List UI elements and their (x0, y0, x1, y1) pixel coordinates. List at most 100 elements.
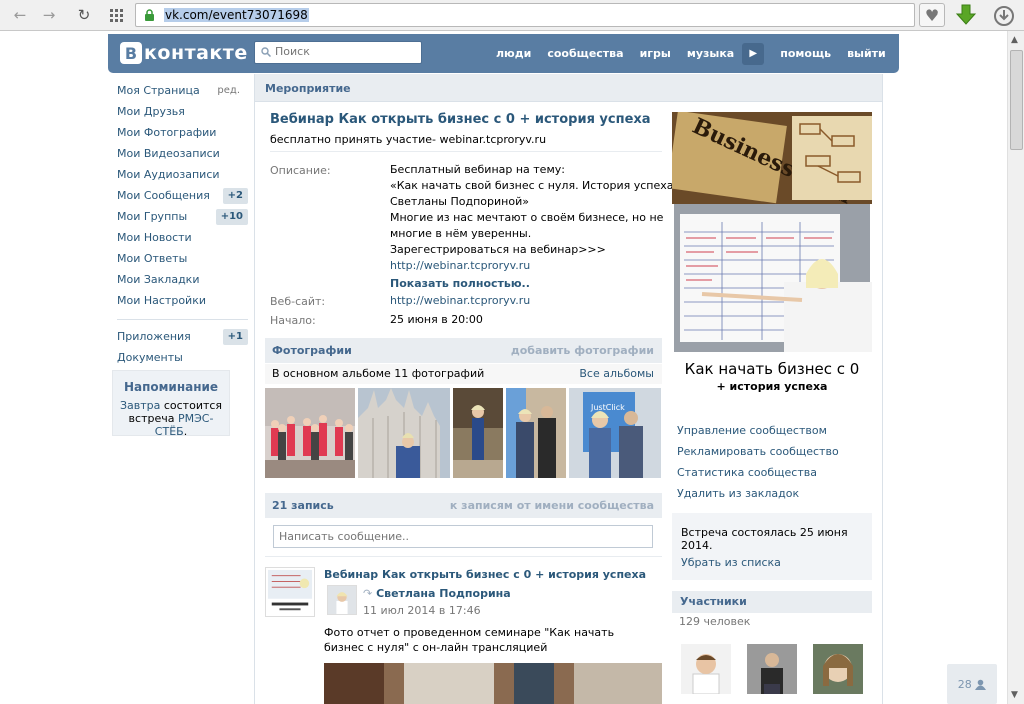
post-as-community-link[interactable]: к записям от имени сообщества (450, 499, 654, 512)
members-header[interactable]: Участники (672, 591, 872, 613)
members-title[interactable]: Участники (680, 595, 747, 608)
url-text[interactable]: vk.com/event73071698 (164, 8, 309, 22)
menu-item-friends[interactable]: Мои Друзья (108, 101, 248, 122)
description-label: Описание: (270, 164, 331, 177)
search-box[interactable] (254, 41, 422, 64)
menu-item-my-page[interactable]: Моя Страница ред. (108, 80, 248, 101)
wall-count[interactable]: 21 запись (272, 499, 334, 512)
scroll-down-icon[interactable]: ▼ (1011, 690, 1018, 700)
photo-thumb-square[interactable] (453, 388, 503, 478)
groups-count-badge[interactable]: +10 (215, 209, 248, 225)
forward-icon[interactable]: → (38, 4, 60, 26)
search-input[interactable] (275, 45, 415, 58)
menu-item-label[interactable]: Мои Новости (117, 231, 192, 244)
menu-item-apps[interactable]: Приложения +1 (108, 326, 248, 347)
browser-toolbar: ← → ↻ vk.com/event73071698 ♥ (0, 0, 1024, 31)
menu-divider (117, 319, 248, 320)
nav-communities[interactable]: сообщества (539, 47, 631, 60)
website-link[interactable]: http://webinar.tcproryv.ru (390, 294, 530, 307)
menu-item-audio[interactable]: Мои Аудиозаписи (108, 164, 248, 185)
add-photos-link[interactable]: добавить фотографии (511, 344, 654, 357)
description-line: многие в нём уверенны. (390, 227, 532, 240)
show-more-link[interactable]: Показать полностью.. (390, 277, 530, 290)
menu-item-news[interactable]: Мои Новости (108, 227, 248, 248)
scrollbar[interactable]: ▲ ▼ (1007, 31, 1024, 704)
menu-item-label[interactable]: Мои Аудиозаписи (117, 168, 220, 181)
reminder-when-link[interactable]: Завтра (120, 399, 160, 412)
nav-logout[interactable]: выйти (839, 47, 894, 60)
messages-count-badge[interactable]: +2 (222, 188, 248, 204)
address-bar[interactable]: vk.com/event73071698 (135, 3, 915, 27)
svg-text:JustClick: JustClick (590, 403, 625, 412)
post-input-box[interactable] (273, 525, 653, 548)
post-date[interactable]: 11 июл 2014 в 17:46 (363, 604, 481, 617)
photo-thumb-cathedral[interactable] (358, 388, 450, 478)
extension-icon[interactable] (993, 5, 1015, 27)
divider (270, 151, 662, 152)
menu-item-label[interactable]: Документы (117, 351, 183, 364)
menu-item-bookmarks[interactable]: Мои Закладки (108, 269, 248, 290)
post-community-avatar[interactable] (265, 567, 315, 617)
music-play-icon[interactable]: ▶ (742, 42, 765, 65)
menu-item-label[interactable]: Приложения (117, 330, 191, 343)
post-photo[interactable] (324, 663, 662, 704)
menu-item-label[interactable]: Мои Закладки (117, 273, 199, 286)
download-icon[interactable] (955, 4, 977, 26)
menu-item-label[interactable]: Мои Настройки (117, 294, 206, 307)
description-line: Зарегестрироваться на вебинар>>> (390, 243, 606, 256)
community-stats-link[interactable]: Статистика сообщества (677, 466, 817, 479)
edit-link[interactable]: ред. (217, 80, 240, 101)
photos-header: Фотографии добавить фотографии (265, 338, 662, 363)
post-input[interactable] (279, 530, 647, 543)
post-author-link[interactable]: Светлана Подпорина (376, 587, 511, 600)
menu-item-label[interactable]: Мои Видеозаписи (117, 147, 220, 160)
lock-icon (145, 9, 154, 21)
community-cover-image[interactable]: Business Plan Как начать бизнес с 0 + ис… (672, 112, 872, 402)
vk-logo[interactable]: В контакте (120, 42, 248, 64)
back-icon[interactable]: ← (9, 4, 31, 26)
member-avatar[interactable] (747, 644, 797, 694)
remove-from-list-link[interactable]: Убрать из списка (681, 556, 781, 569)
menu-item-label[interactable]: Моя Страница (117, 84, 200, 97)
wall-header: 21 запись к записям от имени сообщества (265, 493, 662, 518)
menu-item-videos[interactable]: Мои Видеозаписи (108, 143, 248, 164)
menu-item-documents[interactable]: Документы (108, 347, 248, 368)
menu-item-messages[interactable]: Мои Сообщения +2 (108, 185, 248, 206)
reload-icon[interactable]: ↻ (73, 4, 95, 26)
photo-thumb-group[interactable] (265, 388, 355, 478)
event-status: бесплатно принять участие- webinar.tcpro… (270, 133, 547, 146)
photo-thumb-justclick[interactable]: JustClick (569, 388, 661, 478)
apps-count-badge[interactable]: +1 (222, 329, 248, 345)
apps-icon[interactable] (105, 4, 127, 26)
post-author-avatar[interactable] (327, 585, 357, 615)
all-albums-link[interactable]: Все альбомы (579, 367, 654, 380)
member-avatar[interactable] (813, 644, 863, 694)
menu-item-label[interactable]: Мои Друзья (117, 105, 185, 118)
manage-community-link[interactable]: Управление сообществом (677, 424, 827, 437)
photos-title[interactable]: Фотографии (272, 344, 352, 357)
menu-item-label[interactable]: Мои Группы (117, 210, 187, 223)
menu-item-settings[interactable]: Мои Настройки (108, 290, 248, 311)
menu-item-photos[interactable]: Мои Фотографии (108, 122, 248, 143)
nav-music[interactable]: музыка (679, 47, 742, 60)
members-count: 129 человек (679, 615, 751, 628)
menu-item-label[interactable]: Мои Сообщения (117, 189, 210, 202)
nav-people[interactable]: люди (488, 47, 539, 60)
remove-bookmark-link[interactable]: Удалить из закладок (677, 487, 799, 500)
menu-item-label[interactable]: Мои Ответы (117, 252, 187, 265)
floating-counter[interactable]: 28 (947, 664, 997, 704)
menu-item-groups[interactable]: Мои Группы +10 (108, 206, 248, 227)
description-link[interactable]: http://webinar.tcproryv.ru (390, 259, 530, 272)
photo-thumb-banner[interactable] (506, 388, 566, 478)
nav-help[interactable]: помощь (772, 47, 839, 60)
member-avatar[interactable] (681, 644, 731, 694)
scroll-thumb[interactable] (1010, 50, 1023, 150)
nav-games[interactable]: игры (632, 47, 679, 60)
advertise-community-link[interactable]: Рекламировать сообщество (677, 445, 839, 458)
scroll-up-icon[interactable]: ▲ (1011, 35, 1018, 45)
menu-item-answers[interactable]: Мои Ответы (108, 248, 248, 269)
menu-item-label[interactable]: Мои Фотографии (117, 126, 216, 139)
bookmark-heart-icon[interactable]: ♥ (919, 3, 945, 27)
reminder-title: Напоминание (123, 380, 219, 394)
post-title[interactable]: Вебинар Как открыть бизнес с 0 + история… (324, 568, 646, 581)
